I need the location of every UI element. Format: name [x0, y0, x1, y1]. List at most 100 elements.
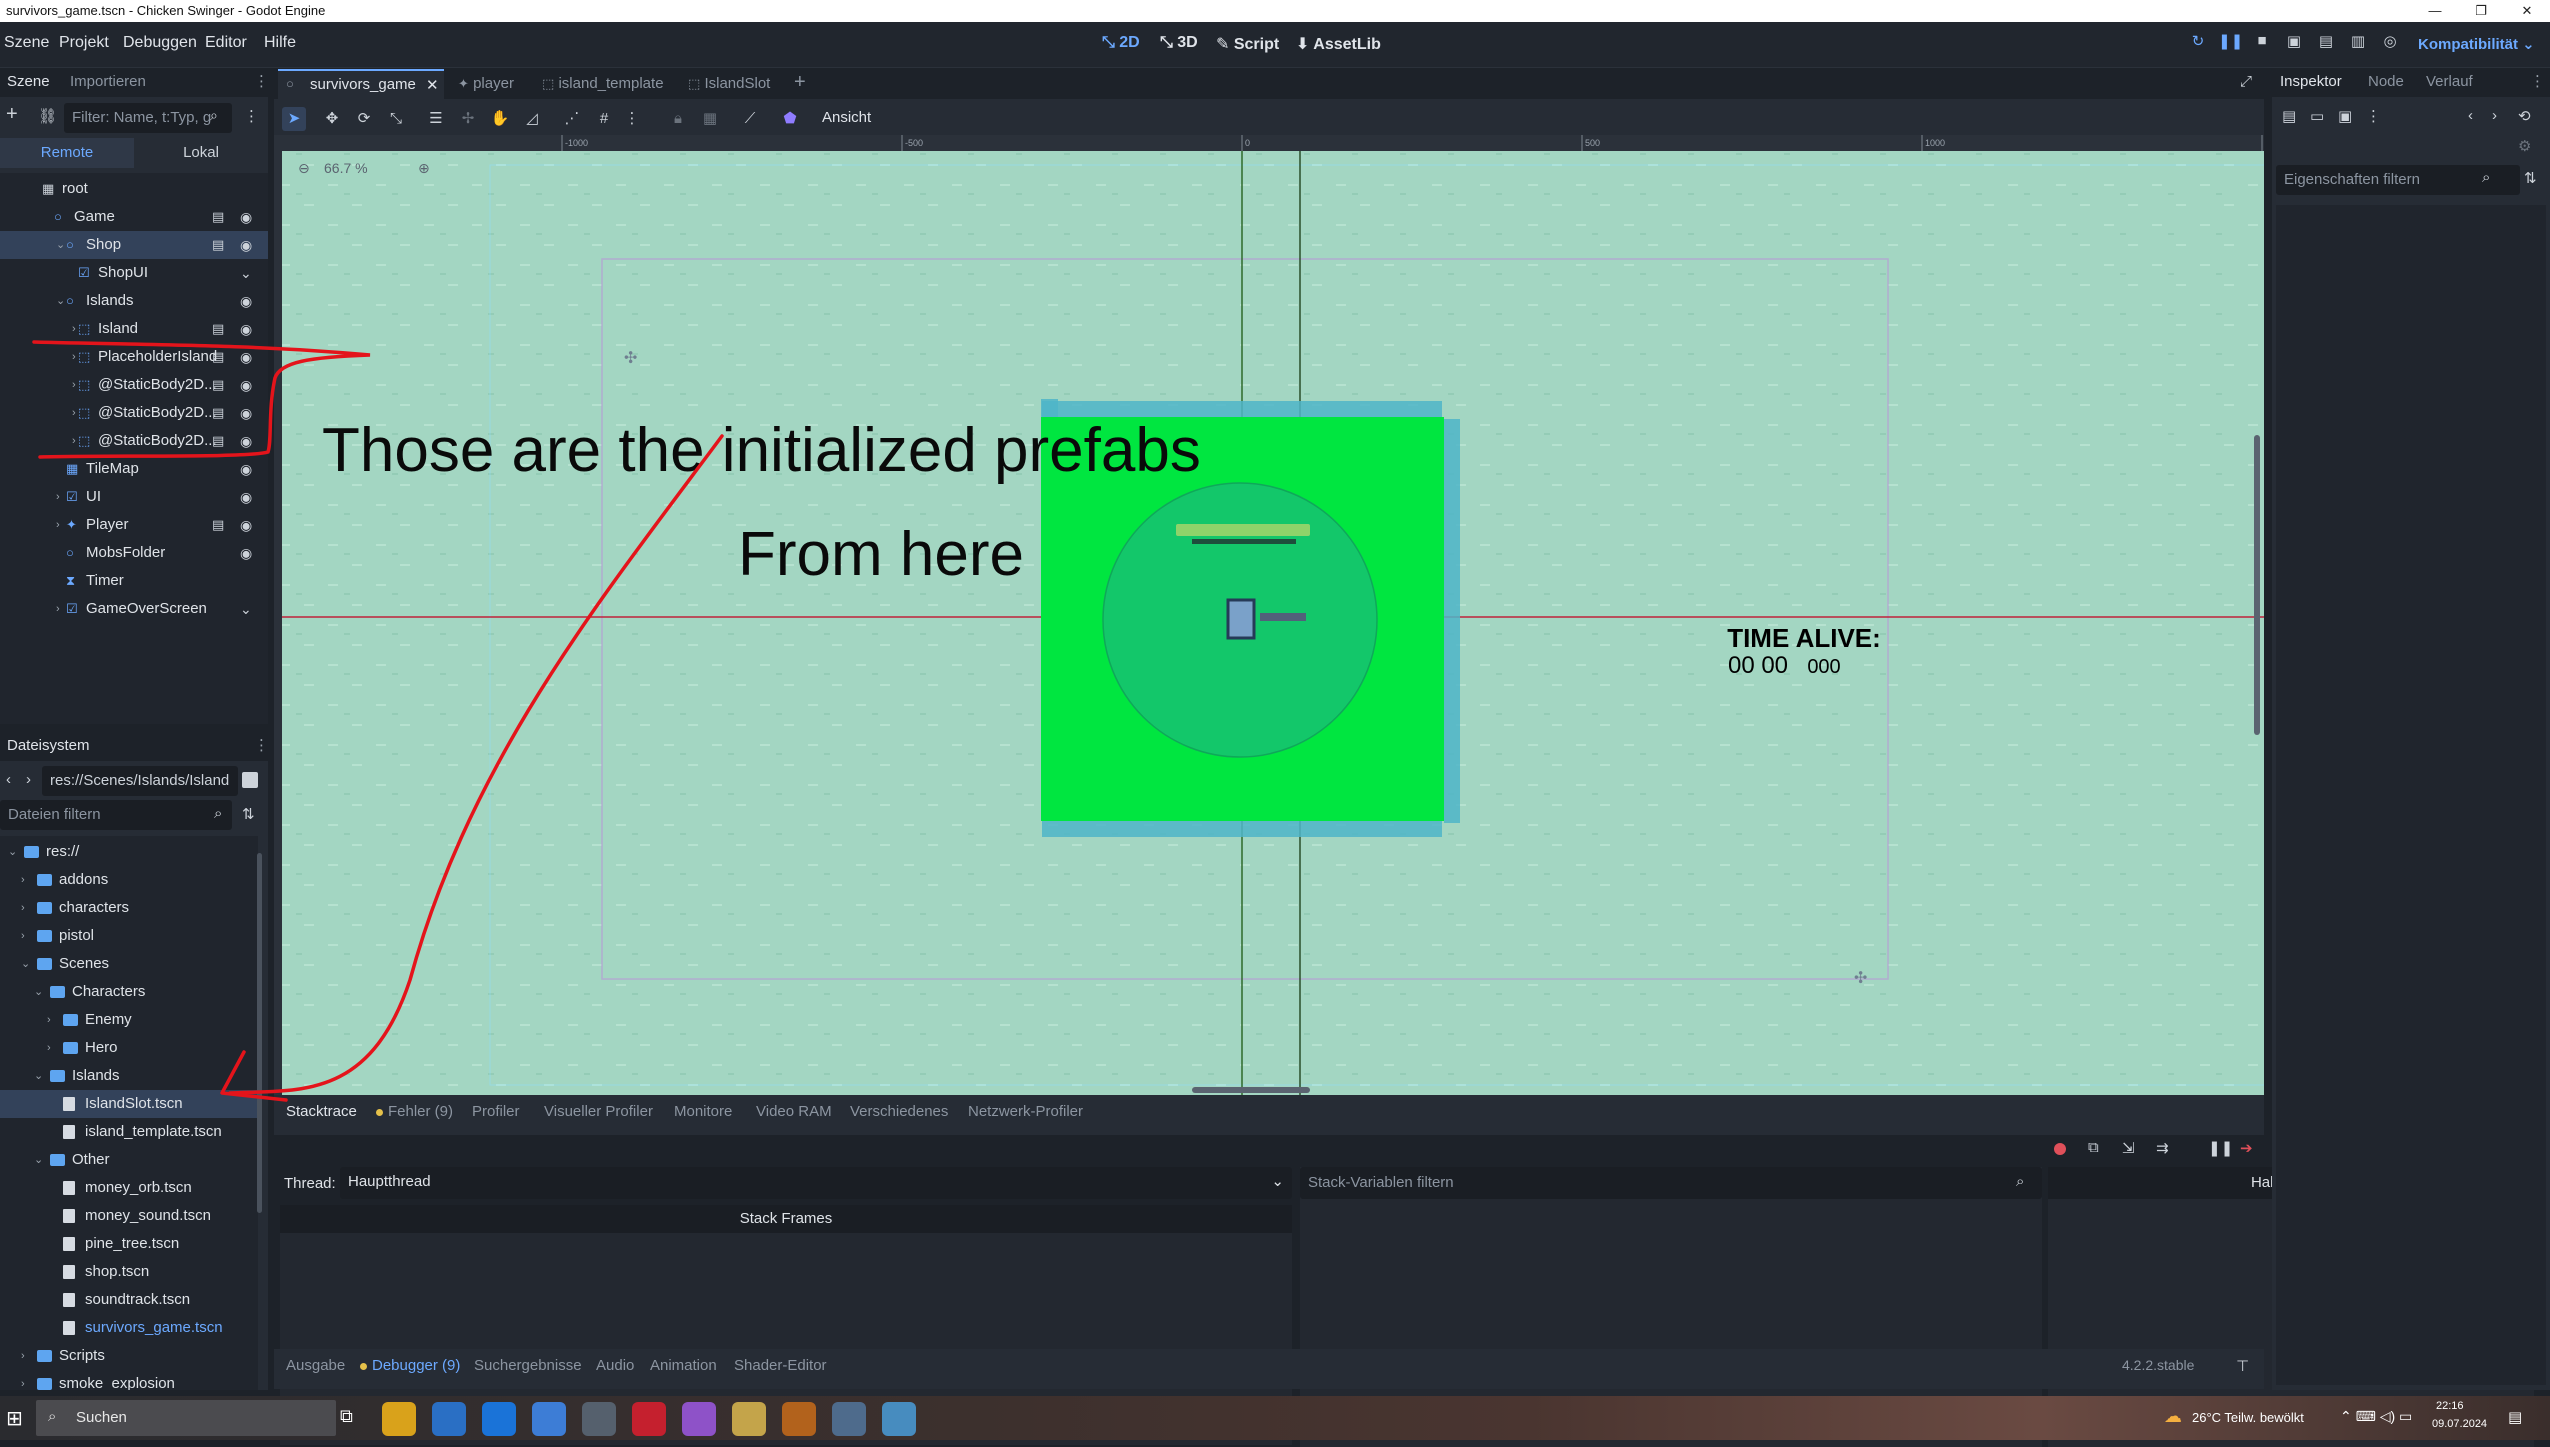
more-icon[interactable]: ⋮ [2366, 107, 2381, 125]
visibility-eye-icon[interactable]: ◉ [240, 231, 252, 259]
script-icon[interactable]: ▤ [212, 315, 224, 343]
expand-arrow-icon[interactable]: › [21, 894, 25, 922]
scene-tree-item[interactable]: › ✦ Player ▤ ◉ [0, 511, 268, 539]
scene-tree-item[interactable]: ⧗ Timer [0, 567, 268, 595]
mode-lokal[interactable]: Lokal [134, 138, 268, 168]
scene-tree-item[interactable]: › ⬚ @StaticBody2D... ▤ ◉ [0, 427, 268, 455]
thread-select[interactable]: Hauptthread ⌄ [340, 1167, 1292, 1199]
lock-icon[interactable]: 🔒︎ [666, 107, 690, 131]
break-icon[interactable]: ❚❚ [2208, 1139, 2233, 1157]
file-item[interactable]: soundtrack.tscn [0, 1286, 258, 1314]
property-options-icon[interactable]: ⇅ [2524, 169, 2537, 187]
rotate-tool-icon[interactable]: ⟳ [352, 107, 376, 131]
sort-icon[interactable]: ⇅ [242, 805, 255, 823]
visibility-eye-icon[interactable]: ◉ [240, 427, 252, 455]
script-icon[interactable]: ▤ [212, 399, 224, 427]
tab-szene[interactable]: Szene [7, 73, 50, 90]
maximize-icon[interactable]: ❐ [2458, 0, 2504, 22]
workspace-script[interactable]: ✎ Script [1216, 34, 1279, 54]
group-icon[interactable]: ▦ [698, 107, 722, 131]
visibility-eye-icon[interactable]: ◉ [240, 539, 252, 567]
viewport-canvas[interactable]: -1000-500050010001500 TIME ALIVE: 00 00 … [274, 135, 2264, 1095]
expand-arrow-icon[interactable]: › [21, 922, 25, 950]
scene-tree-item[interactable]: › ⬚ @StaticBody2D... ▤ ◉ [0, 371, 268, 399]
app-icon-3[interactable] [682, 1402, 716, 1436]
viewport-2d[interactable]: -1000-500050010001500 TIME ALIVE: 00 00 … [274, 135, 2264, 1095]
view-menu[interactable]: Ansicht [822, 109, 871, 126]
tab-survivors-game[interactable]: ○ survivors_game ✕ [278, 69, 444, 99]
script-icon[interactable]: ▤ [212, 203, 224, 231]
dock-menu-icon[interactable]: ⋮ [254, 736, 269, 754]
tab-animation[interactable]: Animation [650, 1357, 717, 1374]
folder-item[interactable]: ⌄ Other [0, 1146, 258, 1174]
play-scene-icon[interactable]: ▤ [2314, 32, 2338, 56]
script-icon[interactable]: ▤ [212, 511, 224, 539]
move-tool-icon[interactable]: ✥ [320, 107, 344, 131]
menu-projekt[interactable]: Projekt [59, 34, 109, 52]
visibility-hidden-icon[interactable]: ⌄ [240, 595, 252, 623]
scene-tree-item[interactable]: › ☑ GameOverScreen ⌄ [0, 595, 268, 623]
tab-suchergebnisse[interactable]: Suchergebnisse [474, 1357, 582, 1374]
folder-item[interactable]: ⌄ Scenes [0, 950, 258, 978]
workspace-assetlib[interactable]: ⬇ AssetLib [1296, 34, 1381, 54]
visibility-eye-icon[interactable]: ◉ [240, 399, 252, 427]
folder-item[interactable]: › characters [0, 894, 258, 922]
bone-icon[interactable]: ⟋ [738, 107, 762, 131]
app-icon-4[interactable] [732, 1402, 766, 1436]
tab-importieren[interactable]: Importieren [70, 73, 146, 90]
add-tab-icon[interactable]: + [794, 71, 806, 94]
tab-verlauf[interactable]: Verlauf [2426, 73, 2473, 90]
menu-hilfe[interactable]: Hilfe [264, 34, 296, 52]
step-into-icon[interactable]: ⇲ [2122, 1139, 2135, 1157]
pan-tool-icon[interactable]: ✋ [488, 107, 512, 131]
tab-islandslot[interactable]: ⬚ IslandSlot [688, 75, 770, 92]
file-explorer-icon[interactable] [382, 1402, 416, 1436]
tab-node[interactable]: Node [2368, 73, 2404, 90]
stack-variables-filter[interactable]: Stack-Variablen filtern [1300, 1167, 2042, 1199]
expand-arrow-icon[interactable]: ⌄ [34, 1062, 43, 1090]
path-field[interactable]: res://Scenes/Islands/Island [42, 766, 238, 796]
folder-item[interactable]: ⌄ Characters [0, 978, 258, 1006]
folder-item[interactable]: › smoke_explosion [0, 1370, 258, 1390]
scene-tree-item[interactable]: ○ MobsFolder ◉ [0, 539, 268, 567]
scene-filter-input[interactable]: Filter: Name, t:Typ, g [64, 103, 232, 133]
scene-tree-item[interactable]: ⌄ ○ Shop ▤ ◉ [0, 231, 268, 259]
opera-icon[interactable] [632, 1402, 666, 1436]
expand-arrow-icon[interactable]: › [56, 595, 60, 623]
tab-audio[interactable]: Audio [596, 1357, 634, 1374]
tab-player[interactable]: ✦ player [458, 75, 514, 92]
tab-ausgabe[interactable]: Ausgabe [286, 1357, 345, 1374]
folder-item[interactable]: › pistol [0, 922, 258, 950]
camera-override-icon[interactable]: ⬟ [778, 107, 802, 131]
script-icon[interactable]: ▤ [212, 231, 224, 259]
expand-arrow-icon[interactable]: › [72, 371, 76, 399]
scene-tree-item[interactable]: ▦ TileMap ◉ [0, 455, 268, 483]
visibility-eye-icon[interactable]: ◉ [240, 371, 252, 399]
pivot-icon[interactable]: ✢ [456, 107, 480, 131]
workspace-3d[interactable]: ⤡ 3D [1160, 34, 1198, 52]
godot-icon[interactable] [882, 1402, 916, 1436]
expand-arrow-icon[interactable]: ⌄ [34, 1146, 43, 1174]
expand-arrow-icon[interactable]: › [21, 1342, 25, 1370]
tray-icons[interactable]: ⌃ ⌨ ◁) ▭ [2340, 1408, 2412, 1425]
save-icon[interactable]: ▣ [2338, 107, 2352, 125]
tab-profiler[interactable]: Profiler [472, 1103, 520, 1120]
history-forward-icon[interactable]: › [2492, 107, 2497, 124]
open-folder-icon[interactable]: ▭ [2310, 107, 2324, 125]
expand-arrow-icon[interactable]: › [47, 1006, 51, 1034]
tab-fehler[interactable]: Fehler (9) [376, 1103, 453, 1120]
expand-arrow-icon[interactable]: ⌄ [34, 978, 43, 1006]
file-item[interactable]: pine_tree.tscn [0, 1230, 258, 1258]
mode-remote[interactable]: Remote [0, 138, 134, 168]
app-icon-5[interactable] [782, 1402, 816, 1436]
history-back-icon[interactable]: ‹ [2468, 107, 2473, 124]
step-over-icon[interactable]: ⇉ [2156, 1139, 2169, 1157]
app-icon-2[interactable] [582, 1402, 616, 1436]
stop-icon[interactable]: ■ [2250, 32, 2274, 56]
remote-debug-icon[interactable]: ▣ [2282, 32, 2306, 56]
visibility-hidden-icon[interactable]: ⌄ [240, 259, 252, 287]
copy-icon[interactable]: ⧉ [2088, 1139, 2099, 1156]
folder-item[interactable]: › Scripts [0, 1342, 258, 1370]
distraction-free-icon[interactable]: ⤢ [2240, 73, 2252, 90]
scale-tool-icon[interactable]: ⤡ [384, 107, 408, 131]
